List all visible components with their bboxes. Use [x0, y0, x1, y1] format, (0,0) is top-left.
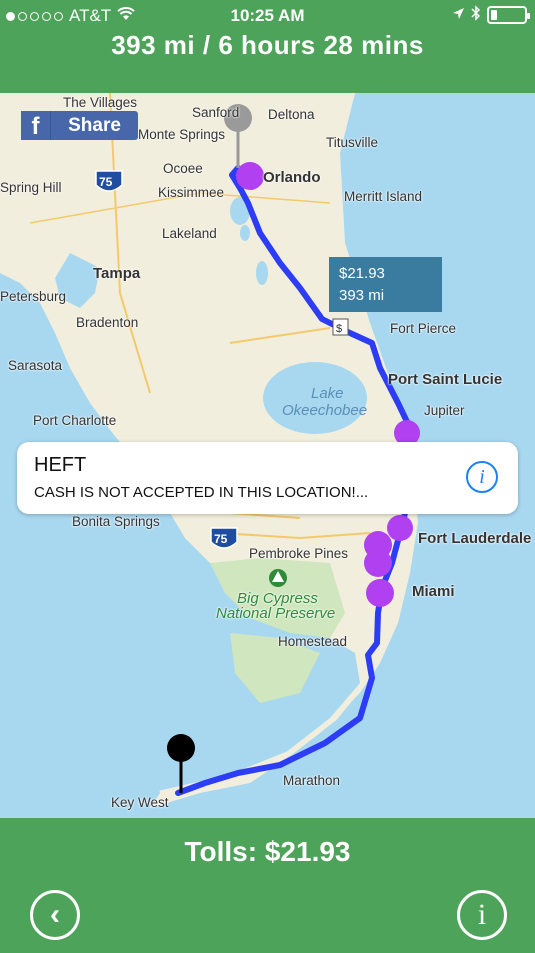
map-label: Fort Lauderdale [418, 530, 532, 547]
highway-shield-number: 75 [99, 175, 113, 189]
map-label: Okeechobee [282, 402, 368, 419]
map-label: Marathon [283, 773, 341, 788]
callout-title: HEFT [34, 454, 87, 476]
callout-subtitle: CASH IS NOT ACCEPTED IN THIS LOCATION!..… [34, 484, 369, 501]
toll-marker [387, 515, 413, 541]
route-map[interactable]: $ 75 75 The Villages Sanford Deltona Mon… [0, 93, 535, 818]
trip-duration: 6 hours 28 mins [218, 30, 424, 60]
info-icon: i [477, 898, 487, 931]
map-label: Monte Springs [138, 127, 226, 142]
map-label: Deltona [268, 107, 315, 122]
bluetooth-icon [471, 5, 481, 25]
tolls-total: Tolls: $21.93 [184, 836, 351, 867]
toll-marker [366, 579, 394, 607]
map-label: Sanford [192, 105, 240, 120]
map-label: Port Saint Lucie [388, 371, 503, 388]
status-right [452, 5, 530, 25]
map-label: Kissimmee [158, 185, 225, 200]
facebook-share-button[interactable]: f Share [21, 111, 138, 140]
share-label: Share [68, 114, 121, 136]
svg-text:$: $ [336, 323, 342, 335]
battery-level [491, 10, 498, 20]
map-label: Homestead [278, 634, 348, 649]
map-label: Orlando [263, 169, 321, 186]
toll-marker [364, 549, 392, 577]
map-label: Ocoee [163, 161, 203, 176]
map-label: National Preserve [216, 605, 336, 622]
map-label: The Villages [63, 95, 138, 110]
trip-distance: 393 mi / [111, 30, 211, 60]
battery-icon [487, 6, 530, 24]
map-label: Sarasota [8, 358, 63, 373]
toll-tooltip-distance: 393 mi [339, 287, 385, 304]
back-button[interactable]: ‹ [30, 890, 80, 940]
map-label: Lake [311, 385, 344, 402]
map-label: Merritt Island [344, 189, 423, 204]
map-label: Key West [111, 795, 169, 810]
map-label: Tampa [93, 265, 141, 282]
toll-tooltip-cost: $21.93 [339, 265, 385, 282]
map-label: Bonita Springs [72, 514, 160, 529]
map-label: Fort Pierce [390, 321, 457, 336]
toll-marker [236, 162, 264, 190]
map-label: Lakeland [162, 226, 217, 241]
bottom-bar: Tolls: $21.93 ‹ i [0, 818, 535, 953]
facebook-icon: f [21, 111, 51, 140]
status-bar: AT&T 10:25 AM [0, 0, 535, 30]
map-label: Port Charlotte [33, 413, 117, 428]
toll-tooltip[interactable]: $21.93 393 mi [329, 257, 442, 312]
info-button[interactable]: i [457, 890, 507, 940]
map-label: Pembroke Pines [249, 546, 349, 561]
map-label: Jupiter [424, 403, 465, 418]
map-label: Miami [412, 583, 455, 600]
map-label: Titusville [326, 135, 379, 150]
map-label: Spring Hill [0, 180, 62, 195]
highway-shield-number: 75 [214, 532, 228, 546]
map-label: Bradenton [76, 315, 139, 330]
trip-summary: 393 mi / 6 hours 28 mins [0, 30, 535, 61]
chevron-left-icon: ‹ [50, 898, 60, 931]
toll-callout[interactable]: HEFT CASH IS NOT ACCEPTED IN THIS LOCATI… [17, 442, 518, 514]
end-pin-icon [167, 734, 195, 762]
map-label: Petersburg [0, 289, 67, 304]
callout-info-icon[interactable]: i [466, 461, 498, 493]
location-arrow-icon [452, 7, 465, 24]
